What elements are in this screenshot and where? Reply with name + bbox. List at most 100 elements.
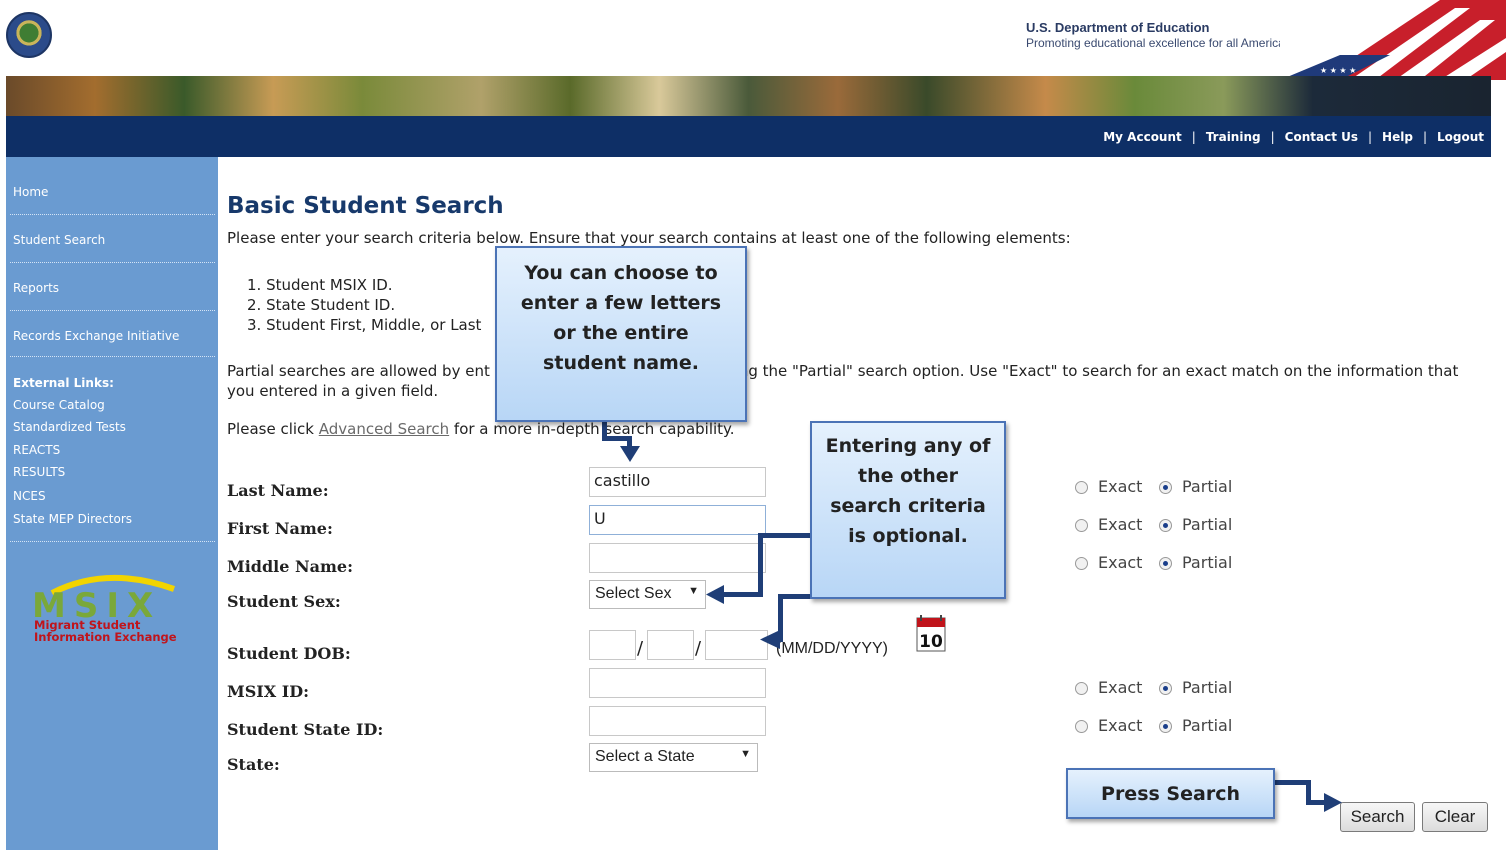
external-link-results[interactable]: RESULTS (13, 465, 65, 479)
exact-label: Exact (1098, 515, 1143, 534)
sidebar-divider (10, 310, 215, 311)
training-link[interactable]: Training (1206, 130, 1261, 144)
middle-name-input[interactable] (589, 543, 766, 573)
external-link-nces[interactable]: NCES (13, 489, 46, 503)
sidebar-divider (10, 356, 215, 357)
partial-label: Partial (1182, 515, 1233, 534)
middle-name-label: Middle Name: (227, 557, 353, 576)
dob-format-hint: (MM/DD/YYYY) (776, 640, 888, 657)
callout-arrowhead-icon (620, 446, 640, 462)
callout-arrowhead-icon (706, 585, 724, 604)
exact-label: Exact (1098, 716, 1143, 735)
partial-label: Partial (1182, 716, 1233, 735)
callout-arrow-line (722, 592, 763, 597)
adv-prefix: Please click (227, 420, 319, 438)
sidebar-item-student-search[interactable]: Student Search (13, 233, 105, 247)
msix-id-label: MSIX ID: (227, 682, 309, 701)
external-links-heading: External Links: (13, 376, 114, 390)
sidebar-item-records-exchange[interactable]: Records Exchange Initiative (13, 329, 179, 343)
department-seal-logo (6, 12, 52, 58)
callout-arrow-line (778, 594, 812, 599)
callout-choose-letters: You can choose to enter a few letters or… (495, 246, 747, 422)
external-link-reacts[interactable]: REACTS (13, 443, 60, 457)
middle-name-partial-radio[interactable] (1159, 557, 1172, 570)
first-name-exact-radio[interactable] (1075, 519, 1088, 532)
sidebar-item-home[interactable]: Home (13, 185, 48, 199)
department-tagline: Promoting educational excellence for all… (1026, 36, 1298, 50)
msix-id-partial-radio[interactable] (1159, 682, 1172, 695)
external-link-course-catalog[interactable]: Course Catalog (13, 398, 105, 412)
dob-day-input[interactable] (647, 630, 694, 660)
last-name-exact-radio[interactable] (1075, 481, 1088, 494)
partial-label: Partial (1182, 553, 1233, 572)
logout-link[interactable]: Logout (1437, 130, 1484, 144)
last-name-partial-radio[interactable] (1159, 481, 1172, 494)
department-header: U.S. Department of Education Promoting e… (1026, 20, 1297, 50)
help-link[interactable]: Help (1382, 130, 1413, 144)
student-sex-label: Student Sex: (227, 592, 341, 611)
adv-suffix: for a more in-depth search capability. (449, 420, 735, 438)
sidebar-divider (10, 214, 215, 215)
state-id-exact-radio[interactable] (1075, 720, 1088, 733)
state-label: State: (227, 755, 280, 774)
sidebar-divider (10, 262, 215, 263)
sidebar-item-reports[interactable]: Reports (13, 281, 59, 295)
separator: | (1270, 130, 1275, 144)
clear-button[interactable]: Clear (1422, 802, 1488, 832)
dob-month-input[interactable] (589, 630, 636, 660)
state-id-partial-radio[interactable] (1159, 720, 1172, 733)
dob-year-input[interactable] (705, 630, 768, 660)
msix-logo: MSIX Migrant Student Information Exchang… (32, 575, 177, 644)
date-separator: / (695, 638, 702, 659)
student-state-id-label: Student State ID: (227, 720, 384, 739)
contact-us-link[interactable]: Contact Us (1285, 130, 1358, 144)
svg-text:★ ★ ★ ★: ★ ★ ★ ★ (1320, 66, 1356, 75)
advanced-search-text: Please click Advanced Search for a more … (227, 420, 735, 438)
callout-arrowhead-icon (1324, 793, 1342, 812)
top-links: My Account | Training | Contact Us | Help | Logo… (1103, 130, 1484, 144)
sex-select-value: Select Sex (595, 585, 672, 602)
exact-label: Exact (1098, 553, 1143, 572)
external-link-standardized-tests[interactable]: Standardized Tests (13, 420, 126, 434)
exact-label: Exact (1098, 678, 1143, 697)
middle-name-exact-radio[interactable] (1075, 557, 1088, 570)
student-dob-label: Student DOB: (227, 644, 351, 663)
sidebar: Home Student Search Reports Records Exch… (6, 157, 218, 850)
callout-arrow-line (758, 533, 763, 597)
last-name-label: Last Name: (227, 481, 329, 500)
first-name-label: First Name: (227, 519, 333, 538)
my-account-link[interactable]: My Account (1103, 130, 1182, 144)
separator: | (1422, 130, 1427, 144)
search-button[interactable]: Search (1340, 802, 1415, 832)
list-item: 3. Student First, Middle, or Last (247, 316, 482, 334)
flag-banner-image: ★ ★ ★ ★ (1280, 0, 1506, 80)
last-name-input[interactable]: castillo (589, 467, 766, 497)
student-sex-select[interactable]: Select Sex ▼ (589, 580, 706, 609)
student-state-id-input[interactable] (589, 706, 766, 736)
department-name: U.S. Department of Education (1026, 20, 1210, 35)
state-select-value: Select a State (595, 748, 695, 765)
separator: | (1191, 130, 1196, 144)
photo-banner-image (6, 76, 1491, 116)
msix-id-exact-radio[interactable] (1075, 682, 1088, 695)
list-item: 1. Student MSIX ID. (247, 276, 393, 294)
svg-text:10: 10 (919, 632, 943, 652)
first-name-input[interactable]: U (589, 505, 766, 535)
msix-id-input[interactable] (589, 668, 766, 698)
instructions-text: Please enter your search criteria below.… (227, 229, 1071, 247)
exact-label: Exact (1098, 477, 1143, 496)
callout-arrow-line (758, 533, 812, 538)
calendar-icon[interactable]: 10 (916, 614, 946, 652)
partial-search-text: Partial searches are allowed by ent sele… (227, 362, 1464, 400)
callout-arrow-line (1306, 800, 1326, 805)
dropdown-arrow-icon: ▼ (740, 748, 751, 760)
state-select[interactable]: Select a State ▼ (589, 743, 758, 772)
external-link-state-mep-directors[interactable]: State MEP Directors (13, 512, 132, 526)
separator: | (1368, 130, 1373, 144)
svg-text:Information Exchange: Information Exchange (34, 630, 177, 644)
dropdown-arrow-icon: ▼ (688, 585, 699, 597)
callout-arrowhead-icon (760, 630, 780, 649)
date-separator: / (637, 638, 644, 659)
first-name-partial-radio[interactable] (1159, 519, 1172, 532)
advanced-search-link[interactable]: Advanced Search (319, 420, 449, 438)
